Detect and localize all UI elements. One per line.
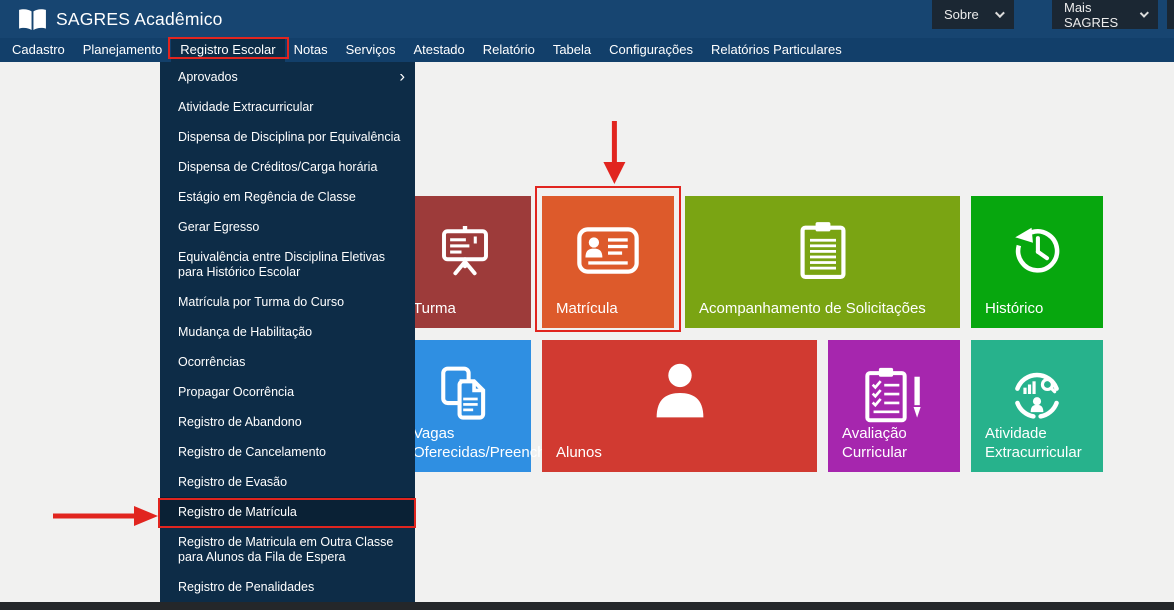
sobre-label: Sobre [944, 7, 979, 22]
documents-icon [399, 358, 531, 430]
main-menubar: Cadastro Planejamento Registro Escolar N… [0, 38, 1174, 62]
tile-alunos[interactable]: Alunos [542, 340, 817, 472]
tile-label: Histórico [985, 299, 1043, 318]
menu-item-aprovados[interactable]: Aprovados › [160, 62, 415, 92]
tile-matricula[interactable]: Matrícula [542, 196, 674, 328]
menu-item-registro-evasao[interactable]: Registro de Evasão [160, 467, 415, 497]
menu-item-registro-cancelamento[interactable]: Registro de Cancelamento [160, 437, 415, 467]
clipboard-icon [685, 214, 960, 286]
menubar-item-planejamento[interactable]: Planejamento [74, 38, 172, 62]
menubar-item-configuracoes[interactable]: Configurações [600, 38, 702, 62]
menubar-item-tabela[interactable]: Tabela [544, 38, 600, 62]
partial-button-edge [1167, 0, 1174, 29]
chevron-down-icon [1140, 9, 1149, 18]
menubar-item-notas[interactable]: Notas [285, 38, 337, 62]
menu-item-registro-matricula[interactable]: Registro de Matrícula [160, 497, 415, 527]
dashboard-tiles: Turma Matrícula [399, 196, 1103, 472]
registro-escolar-dropdown-menu: Aprovados › Atividade Extracurricular Di… [160, 62, 415, 602]
menu-item-registro-penalidades[interactable]: Registro de Penalidades [160, 572, 415, 602]
tile-acompanhamento-solicitacoes[interactable]: Acompanhamento de Solicitações [685, 196, 960, 328]
tile-label: Matrícula [556, 299, 618, 318]
menu-item-dispensa-creditos[interactable]: Dispensa de Créditos/Carga horária [160, 152, 415, 182]
activity-circle-icon [971, 358, 1103, 430]
tile-label: Alunos [556, 443, 602, 462]
menu-item-propagar-ocorrencia[interactable]: Propagar Ocorrência [160, 377, 415, 407]
tile-turma[interactable]: Turma [399, 196, 531, 328]
sobre-dropdown-button[interactable]: Sobre [932, 0, 1014, 29]
menu-item-dispensa-disciplina[interactable]: Dispensa de Disciplina por Equivalência [160, 122, 415, 152]
tile-label: Turma [413, 299, 456, 318]
menu-item-atividade-extracurricular[interactable]: Atividade Extracurricular [160, 92, 415, 122]
checklist-pen-icon [828, 358, 960, 430]
tile-label: Vagas Oferecidas/Preenchidas [413, 424, 521, 462]
person-icon [542, 358, 817, 430]
app-title: SAGRES Acadêmico [56, 9, 223, 30]
menubar-item-relatorios-particulares[interactable]: Relatórios Particulares [702, 38, 851, 62]
menu-item-label: Registro de Matrícula [178, 505, 297, 519]
tile-label: Avaliação Curricular [842, 424, 950, 462]
mais-sagres-dropdown-button[interactable]: Mais SAGRES [1052, 0, 1158, 29]
tile-label: Atividade Extracurricular [985, 424, 1093, 462]
presentation-board-icon [399, 214, 531, 286]
menubar-item-servicos[interactable]: Serviços [337, 38, 405, 62]
tile-avaliacao-curricular[interactable]: Avaliação Curricular [828, 340, 960, 472]
menubar-item-cadastro[interactable]: Cadastro [3, 38, 74, 62]
tile-vagas-oferecidas-preenchidas[interactable]: Vagas Oferecidas/Preenchidas [399, 340, 531, 472]
tile-label: Acompanhamento de Solicitações [699, 299, 926, 318]
chevron-down-icon [995, 8, 1005, 18]
tile-historico[interactable]: Histórico [971, 196, 1103, 328]
submenu-arrow-icon: › [399, 68, 405, 83]
menu-item-label: Aprovados [178, 70, 238, 84]
annotation-arrow-down [594, 118, 634, 186]
menu-item-equivalencia-eletivas[interactable]: Equivalência entre Disciplina Eletivas p… [160, 242, 415, 287]
id-card-icon [542, 214, 674, 286]
taskbar-edge [0, 602, 1174, 610]
open-book-logo-icon [18, 8, 47, 31]
menu-item-ocorrencias[interactable]: Ocorrências [160, 347, 415, 377]
tile-atividade-extracurricular[interactable]: Atividade Extracurricular [971, 340, 1103, 472]
menubar-item-label: Registro Escolar [180, 42, 275, 57]
menubar-item-registro-escolar[interactable]: Registro Escolar [171, 38, 284, 62]
menu-item-matricula-por-turma[interactable]: Matrícula por Turma do Curso [160, 287, 415, 317]
menu-item-registro-matricula-outra-classe[interactable]: Registro de Matricula em Outra Classe pa… [160, 527, 415, 572]
menu-item-mudanca-habilitacao[interactable]: Mudança de Habilitação [160, 317, 415, 347]
mais-sagres-label: Mais SAGRES [1064, 0, 1126, 30]
menubar-item-relatorio[interactable]: Relatório [474, 38, 544, 62]
history-clock-icon [971, 214, 1103, 286]
menu-item-estagio-regencia[interactable]: Estágio em Regência de Classe [160, 182, 415, 212]
menu-item-registro-abandono[interactable]: Registro de Abandono [160, 407, 415, 437]
annotation-arrow-right [50, 503, 160, 529]
menu-item-gerar-egresso[interactable]: Gerar Egresso [160, 212, 415, 242]
menubar-item-atestado[interactable]: Atestado [404, 38, 473, 62]
